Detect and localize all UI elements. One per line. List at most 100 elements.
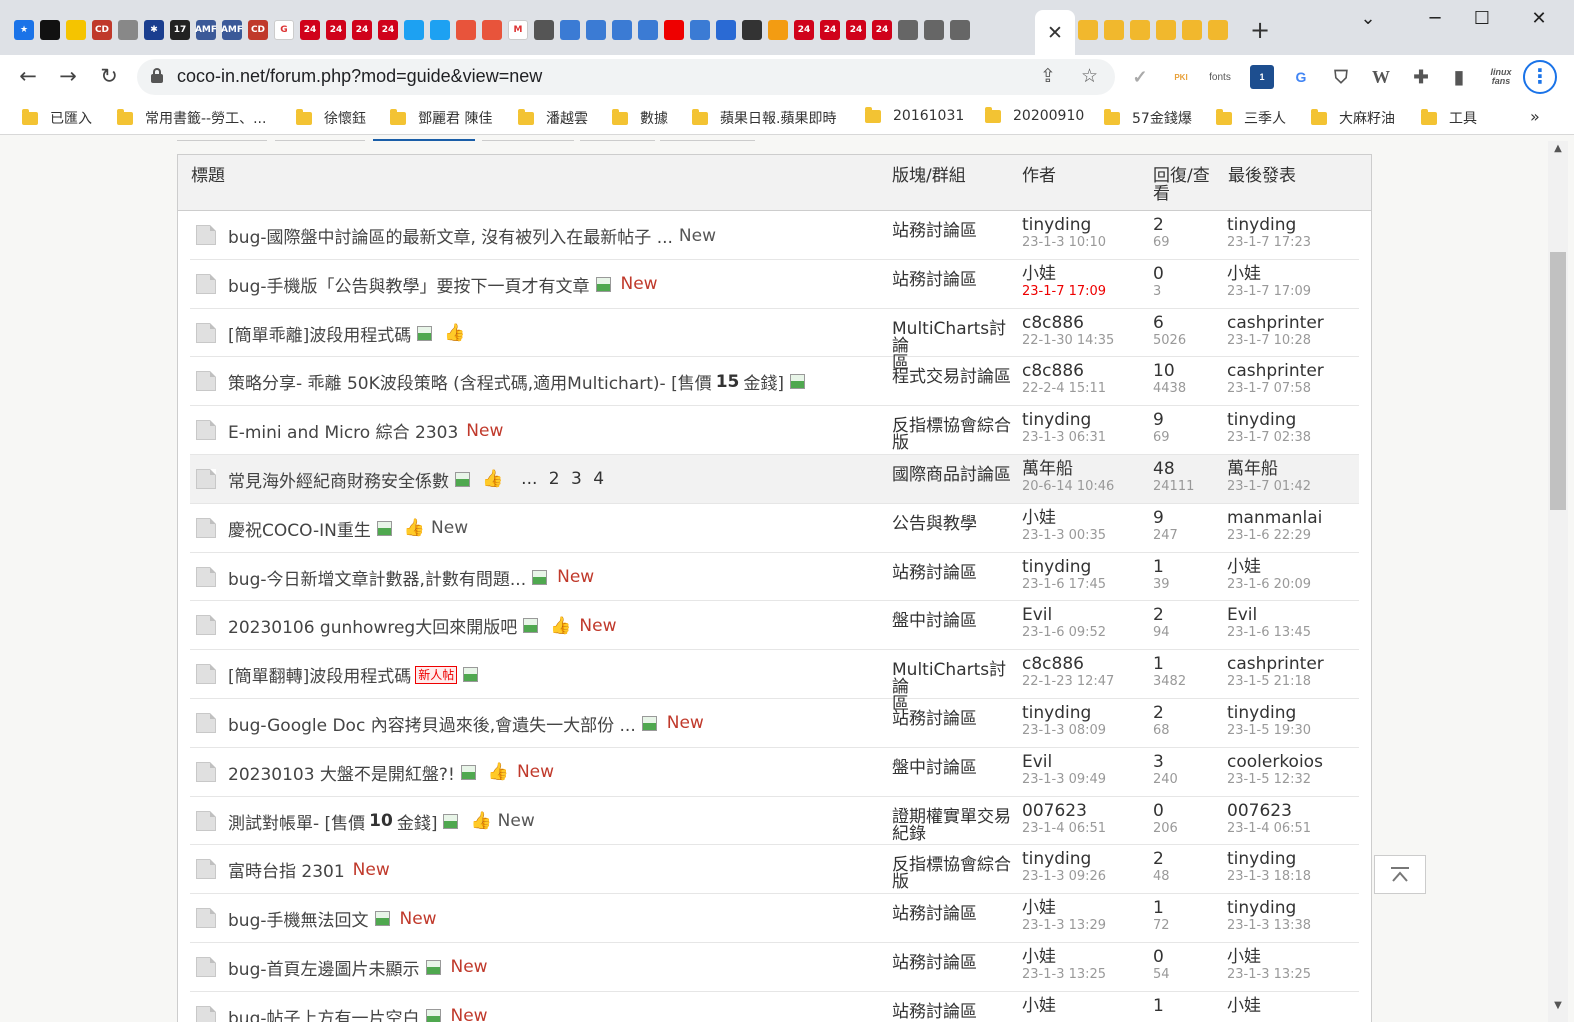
minimize-icon[interactable]: ─: [1420, 8, 1450, 29]
last-post-author[interactable]: cashprinter: [1227, 655, 1324, 673]
tab-favicon-icon[interactable]: [404, 20, 424, 40]
last-post-author[interactable]: tinyding: [1227, 850, 1311, 868]
forum-name-line2[interactable]: 紀錄: [892, 824, 926, 844]
last-post-date[interactable]: 23-1-7 17:09: [1227, 283, 1311, 301]
thread-title-text[interactable]: bug-手機版「公告與教學」要按下一頁才有文章: [228, 272, 590, 297]
forum-name-line2[interactable]: 版: [892, 872, 909, 892]
thread-title[interactable]: 慶祝COCO-IN重生 👍 New: [228, 516, 468, 541]
thread-title-text[interactable]: bug-帖子上方有一片空白: [228, 1004, 420, 1022]
thread-title[interactable]: 常見海外經紀商財務安全係數 👍 ... 2 3 4: [228, 467, 604, 492]
last-post-date[interactable]: 23-1-7 10:28: [1227, 332, 1324, 350]
forum-link[interactable]: 盤中討論區: [892, 759, 1022, 777]
thread-title-text[interactable]: [簡單翻轉]波段用程式碼: [228, 662, 411, 687]
thread-title[interactable]: E-mini and Micro 綜合 2303 New: [228, 418, 503, 444]
forum-link[interactable]: 站務討論區: [892, 564, 1022, 582]
last-post-author[interactable]: tinyding: [1227, 216, 1311, 234]
scroll-down-icon[interactable]: ▼: [1548, 1000, 1568, 1016]
last-post-author[interactable]: cashprinter: [1227, 314, 1324, 332]
tab-favicon-icon[interactable]: AMF: [221, 20, 243, 40]
forum-name-line1[interactable]: 站務討論區: [892, 709, 977, 729]
bookmark-folder[interactable]: 20161031: [865, 106, 964, 124]
last-post-date[interactable]: 23-1-3 13:38: [1227, 917, 1311, 935]
author-name[interactable]: tinyding: [1022, 411, 1106, 429]
tab-search-icon[interactable]: ⌄: [1353, 8, 1383, 29]
tab-favicon-icon[interactable]: [612, 20, 632, 40]
forum-name-line1[interactable]: 站務討論區: [892, 1002, 977, 1022]
last-post-author[interactable]: tinyding: [1227, 899, 1311, 917]
fonts-extension-icon[interactable]: fonts: [1208, 65, 1232, 89]
last-post-date[interactable]: 23-1-5 19:30: [1227, 722, 1311, 740]
thread-title-text[interactable]: 20230103 大盤不是開紅盤?!: [228, 760, 455, 785]
thread-title[interactable]: bug-首頁左邊圖片未顯示 New: [228, 955, 488, 980]
last-post-date[interactable]: 23-1-7 02:38: [1227, 429, 1311, 447]
forum-name-line1[interactable]: 國際商品討論區: [892, 465, 1011, 485]
tab-favicon-icon[interactable]: 24: [378, 20, 398, 40]
tab-favicon-icon[interactable]: [560, 20, 580, 40]
last-post-date[interactable]: 23-1-5 12:32: [1227, 771, 1323, 789]
thread-title-text[interactable]: [簡單乖離]波段用程式碼: [228, 321, 411, 346]
last-post-date[interactable]: 23-1-7 17:23: [1227, 234, 1311, 252]
thread-title-text[interactable]: E-mini and Micro 綜合 2303: [228, 418, 458, 443]
tab-favicon-icon[interactable]: [1182, 20, 1202, 40]
tab-favicon-icon[interactable]: 24: [846, 20, 866, 40]
tab-favicon-icon[interactable]: G: [274, 20, 294, 40]
forum-name-line1[interactable]: 站務討論區: [892, 221, 977, 241]
forum-name-line1[interactable]: 盤中討論區: [892, 611, 977, 631]
thread-title-text[interactable]: 常見海外經紀商財務安全係數: [228, 467, 449, 492]
thread-title[interactable]: bug-國際盤中討論區的最新文章, 沒有被列入在最新帖子 ... New: [228, 223, 716, 249]
w-extension-icon[interactable]: W: [1369, 65, 1393, 89]
table-row[interactable]: bug-今日新增文章計數器,計數有問題... New 站務討論區 tinyding 23…: [190, 553, 1359, 602]
bookmark-folder[interactable]: 大麻籽油: [1311, 108, 1395, 128]
forum-link[interactable]: 站務討論區: [892, 709, 1022, 729]
check-extension-icon[interactable]: ✓: [1128, 65, 1152, 89]
last-post-author[interactable]: tinyding: [1227, 411, 1311, 429]
close-tab-icon[interactable]: ✕: [1047, 22, 1063, 44]
maximize-icon[interactable]: ☐: [1467, 8, 1497, 29]
author-name[interactable]: 小娃: [1022, 899, 1106, 917]
address-bar[interactable]: coco-in.net/forum.php?mod=guide&view=new…: [137, 59, 1115, 95]
side-panel-icon[interactable]: ▮: [1447, 65, 1471, 89]
last-post-date[interactable]: 23-1-7 07:58: [1227, 380, 1324, 398]
thread-title-text[interactable]: bug-今日新增文章計數器,計數有問題...: [228, 565, 526, 590]
tab-favicon-icon[interactable]: [1104, 20, 1124, 40]
author-name[interactable]: c8c886: [1022, 362, 1106, 380]
bookmark-folder[interactable]: 潘越雲: [518, 108, 588, 128]
author-name[interactable]: tinyding: [1022, 558, 1106, 576]
author-name[interactable]: tinyding: [1022, 216, 1106, 234]
forum-name-line1[interactable]: 站務討論區: [892, 270, 977, 290]
table-row[interactable]: 富時台指 2301 New 反指標協會綜合版 tinyding 23-1-3 09:26…: [190, 845, 1359, 895]
author-name[interactable]: 小娃: [1022, 265, 1106, 283]
thread-title[interactable]: 富時台指 2301 New: [228, 857, 390, 883]
last-post-author[interactable]: cashprinter: [1227, 362, 1324, 380]
back-icon[interactable]: ←: [15, 63, 41, 89]
bookmark-folder[interactable]: 徐懷鈺: [296, 108, 366, 128]
last-post-date[interactable]: 23-1-5 21:18: [1227, 673, 1324, 691]
forum-link[interactable]: 站務討論區: [892, 1002, 1022, 1022]
thread-title-text[interactable]: 富時台指 2301: [228, 857, 345, 882]
author-name[interactable]: Evil: [1022, 753, 1106, 771]
thread-title[interactable]: bug-手機無法回文 New: [228, 906, 437, 932]
new-tab-button[interactable]: +: [1248, 18, 1272, 42]
forum-link[interactable]: 國際商品討論區: [892, 465, 1022, 485]
url-text[interactable]: coco-in.net/forum.php?mod=guide&view=new: [177, 66, 542, 87]
scrollbar-thumb[interactable]: [1550, 252, 1566, 510]
author-name[interactable]: 小娃: [1022, 948, 1106, 966]
tab-favicon-icon[interactable]: 17: [170, 20, 190, 40]
tab-favicon-icon[interactable]: [1130, 20, 1150, 40]
tab-favicon-icon[interactable]: [690, 20, 710, 40]
tab-favicon-icon[interactable]: M: [508, 20, 528, 40]
tab-favicon-icon[interactable]: [638, 20, 658, 40]
tab-favicon-icon[interactable]: [1078, 20, 1098, 40]
forum-link[interactable]: 站務討論區: [892, 954, 1022, 972]
thread-title-text[interactable]: bug-Google Doc 內容拷貝過來後,會遺失一大部份 ...: [228, 711, 636, 736]
thread-title[interactable]: bug-今日新增文章計數器,計數有問題... New: [228, 565, 594, 590]
last-post-date[interactable]: 23-1-6 20:09: [1227, 576, 1311, 594]
smart-pki-icon[interactable]: PKI: [1169, 65, 1193, 89]
lock-icon[interactable]: [151, 68, 163, 84]
table-row[interactable]: 測試對帳單- [售價 10 金錢] 👍 New 證期權實單交易 紀錄 007623 23-1…: [190, 797, 1359, 846]
thread-title[interactable]: bug-帖子上方有一片空白 New: [228, 1004, 488, 1022]
forward-icon[interactable]: →: [55, 63, 81, 89]
last-post-author[interactable]: 小娃: [1227, 997, 1261, 1015]
last-post-author[interactable]: 小娃: [1227, 558, 1311, 576]
tab-favicon-icon[interactable]: CD: [92, 20, 112, 40]
